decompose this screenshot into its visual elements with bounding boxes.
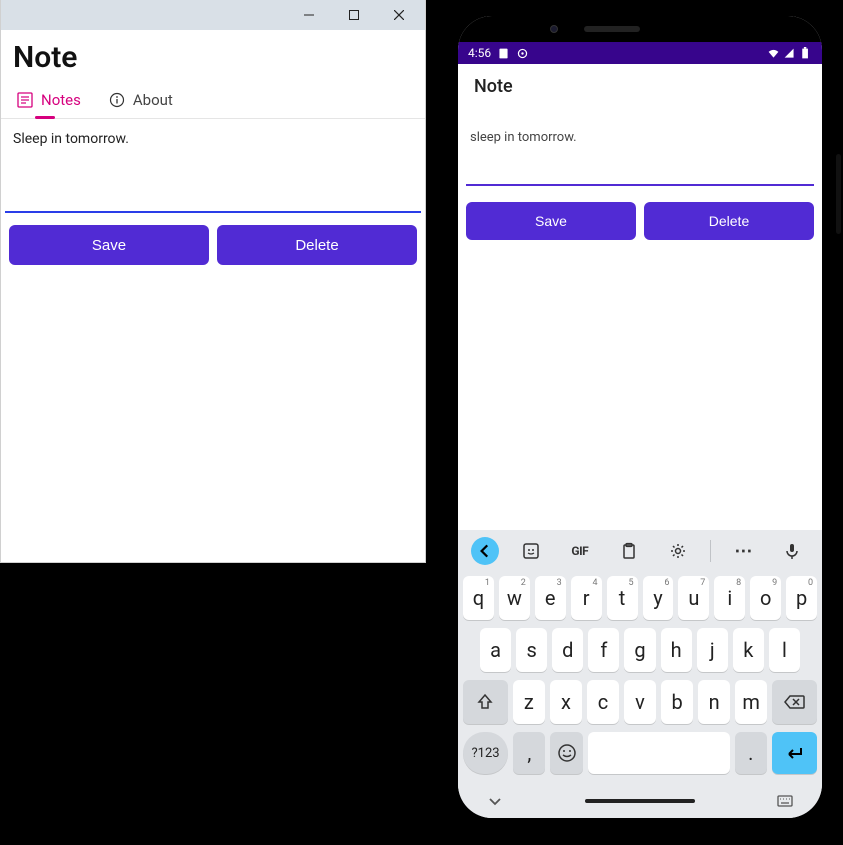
key-c[interactable]: c [587, 680, 619, 724]
tab-notes[interactable]: Notes [17, 81, 81, 118]
key-y[interactable]: y6 [643, 576, 674, 620]
key-t[interactable]: t5 [607, 576, 638, 620]
tabbar: Notes About [1, 81, 425, 119]
keyboard-row-3: zxcvbnm [458, 676, 822, 728]
key-p[interactable]: p0 [786, 576, 817, 620]
key-n[interactable]: n [698, 680, 730, 724]
signal-icon [783, 47, 796, 60]
clipboard-icon[interactable] [612, 534, 646, 568]
key-b[interactable]: b [661, 680, 693, 724]
battery-icon [799, 47, 812, 60]
android-navbar [458, 784, 822, 818]
toolbar-separator [710, 540, 711, 562]
keyboard-row-2: asdfghjkl [458, 624, 822, 676]
desktop-window: Note Notes About Save Delete [0, 0, 426, 563]
info-icon [109, 92, 125, 108]
more-icon[interactable]: ⋯ [726, 534, 760, 568]
note-area [1, 119, 425, 217]
keyboard-row-4: ?123 , . [458, 728, 822, 778]
phone-delete-button[interactable]: Delete [644, 202, 814, 240]
phone-save-button[interactable]: Save [466, 202, 636, 240]
key-o[interactable]: o9 [750, 576, 781, 620]
nav-home-pill[interactable] [585, 799, 695, 803]
minimize-button[interactable] [286, 1, 331, 29]
maximize-button[interactable] [331, 1, 376, 29]
key-k[interactable]: k [733, 628, 764, 672]
key-w[interactable]: w2 [499, 576, 530, 620]
key-u[interactable]: u7 [678, 576, 709, 620]
key-l[interactable]: l [769, 628, 800, 672]
phone-button-row: Save Delete [466, 190, 814, 240]
note-input[interactable] [5, 123, 421, 213]
key-g[interactable]: g [624, 628, 655, 672]
key-m[interactable]: m [735, 680, 767, 724]
period-key[interactable]: . [735, 732, 767, 774]
gif-button[interactable]: GIF [563, 534, 597, 568]
key-v[interactable]: v [624, 680, 656, 724]
delete-button[interactable]: Delete [217, 225, 417, 265]
key-s[interactable]: s [516, 628, 547, 672]
key-d[interactable]: d [552, 628, 583, 672]
save-button[interactable]: Save [9, 225, 209, 265]
app-title: Note [1, 30, 425, 81]
key-i[interactable]: i8 [714, 576, 745, 620]
wifi-icon [767, 47, 780, 60]
notification-icon [497, 47, 510, 60]
key-h[interactable]: h [661, 628, 692, 672]
mic-icon[interactable] [775, 534, 809, 568]
tab-about[interactable]: About [109, 81, 173, 118]
keyboard-back-button[interactable] [471, 537, 499, 565]
tab-notes-label: Notes [41, 91, 81, 109]
keyboard-row-1: q1w2e3r4t5y6u7i8o9p0 [458, 572, 822, 624]
phone-notch [458, 16, 822, 42]
status-time: 4:56 [468, 46, 491, 60]
key-x[interactable]: x [550, 680, 582, 724]
space-key[interactable] [588, 732, 730, 774]
emoji-key[interactable] [550, 732, 582, 774]
backspace-key[interactable] [772, 680, 817, 724]
key-f[interactable]: f [588, 628, 619, 672]
key-r[interactable]: r4 [571, 576, 602, 620]
keyboard-switch-icon[interactable] [776, 792, 794, 810]
nav-down-icon[interactable] [486, 792, 504, 810]
sticker-icon[interactable] [514, 534, 548, 568]
key-j[interactable]: j [697, 628, 728, 672]
phone-speaker [584, 26, 640, 32]
key-z[interactable]: z [513, 680, 545, 724]
button-row: Save Delete [1, 217, 425, 273]
symbols-key[interactable]: ?123 [463, 732, 508, 774]
shift-key[interactable] [463, 680, 508, 724]
key-q[interactable]: q1 [463, 576, 494, 620]
settings-icon[interactable] [661, 534, 695, 568]
titlebar [1, 0, 425, 30]
comma-key[interactable]: , [513, 732, 545, 774]
phone-note-input[interactable] [466, 110, 814, 186]
notes-icon [17, 92, 33, 108]
notification2-icon [516, 47, 529, 60]
phone-app-title: Note [458, 64, 822, 108]
enter-key[interactable] [772, 732, 817, 774]
key-e[interactable]: e3 [535, 576, 566, 620]
close-button[interactable] [376, 1, 421, 29]
phone-content: Save Delete [458, 108, 822, 530]
soft-keyboard: GIF ⋯ q1w2e3r4t5y6u7i8o9p0 asdfghjkl [458, 530, 822, 784]
status-bar: 4:56 [458, 42, 822, 64]
phone-screen: 4:56 Note Save Delete [458, 16, 822, 818]
tab-about-label: About [133, 91, 173, 109]
front-camera [550, 25, 558, 33]
phone-device: 4:56 Note Save Delete [446, 4, 834, 830]
keyboard-toolbar: GIF ⋯ [458, 530, 822, 572]
key-a[interactable]: a [480, 628, 511, 672]
